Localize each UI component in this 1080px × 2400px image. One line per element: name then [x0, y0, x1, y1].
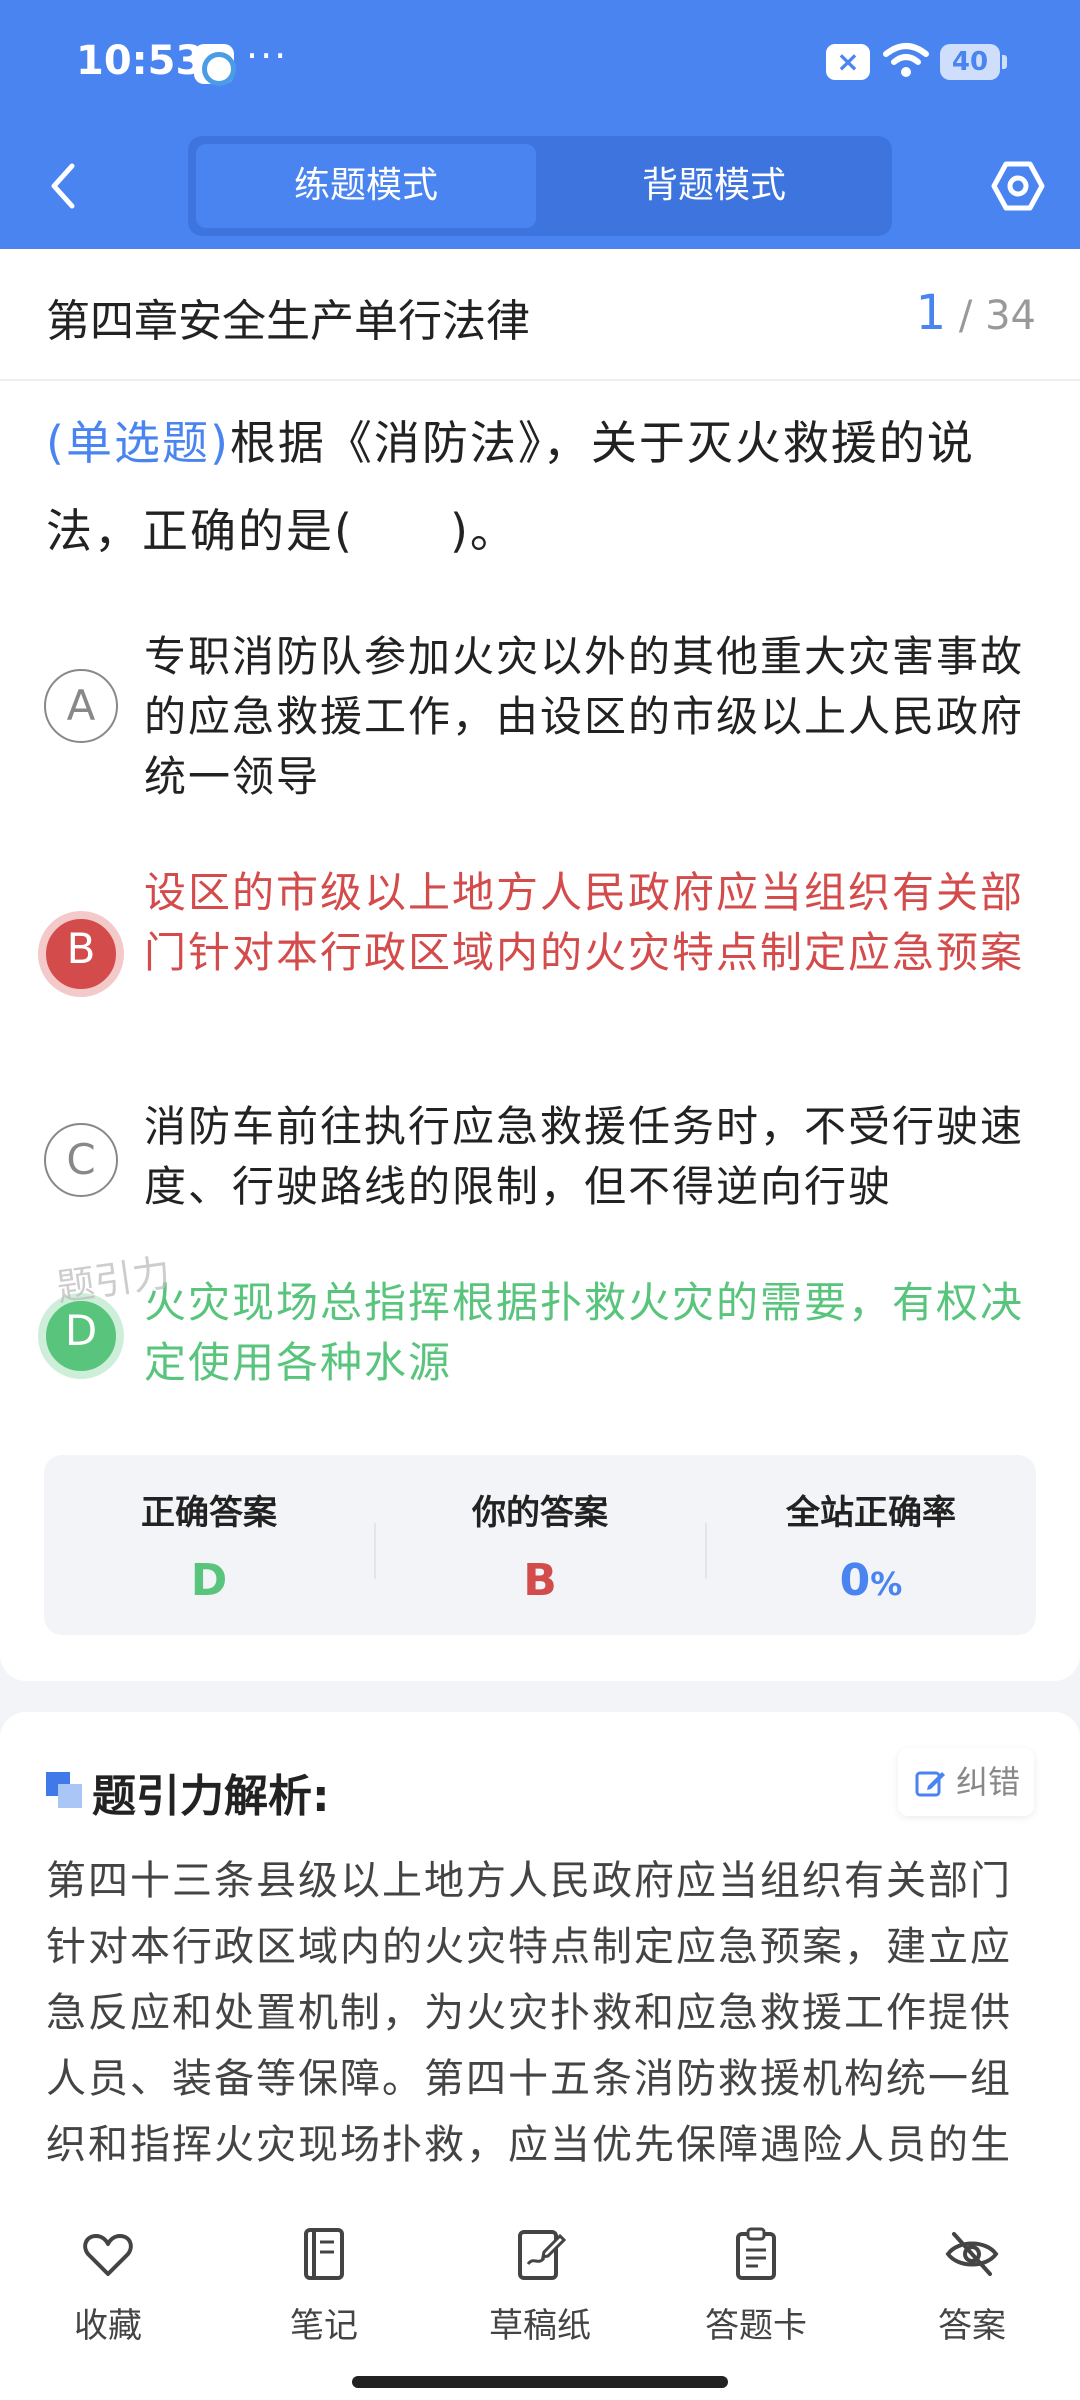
draft-paper-button[interactable]: 草稿纸	[460, 2222, 620, 2352]
question-card: 第四章安全生产单行法律 1 / 34 (单选题)根据《消防法》，关于灭火救援的说…	[0, 249, 1080, 1681]
status-time: 10:53	[76, 38, 204, 84]
edit-icon	[915, 1771, 945, 1797]
report-error-button[interactable]: 纠错	[898, 1748, 1034, 1816]
tab-practice-mode[interactable]: 练题模式	[196, 144, 536, 228]
rate-unit: %	[870, 1565, 903, 1603]
tab-memorize-mode[interactable]: 背题模式	[544, 144, 884, 228]
option-d[interactable]: D 火灾现场总指挥根据扑救火灾的需要，有权决定使用各种水源	[38, 1273, 1040, 1403]
chapter-title: 第四章安全生产单行法律	[46, 296, 530, 347]
option-text: 设区的市级以上地方人民政府应当组织有关部门针对本行政区域内的火灾特点制定应急预案	[144, 868, 1025, 977]
nav-label: 草稿纸	[489, 2306, 591, 2346]
wifi-icon	[883, 43, 929, 77]
stat-value: D	[190, 1555, 228, 1606]
option-b[interactable]: B 设区的市级以上地方人民政府应当组织有关部门针对本行政区域内的火灾特点制定应急…	[38, 863, 1040, 1043]
more-notifications-icon: ···	[246, 34, 289, 78]
option-a[interactable]: A 专职消防队参加火灾以外的其他重大灾害事故的应急救援工作，由设区的市级以上人民…	[40, 627, 1040, 801]
nav-label: 收藏	[74, 2306, 142, 2346]
divider	[0, 379, 1080, 381]
chevron-left-icon	[51, 163, 75, 209]
settings-hexagon-icon	[991, 161, 1045, 211]
eye-off-icon	[945, 2232, 999, 2276]
analysis-text: 第四十三条县级以上地方人民政府应当组织有关部门针对本行政区域内的火灾特点制定应急…	[46, 1858, 1012, 2168]
analysis-title: 题引力解析:	[92, 1771, 330, 1822]
option-letter: B	[38, 911, 124, 997]
mode-switch: 练题模式 背题模式	[188, 136, 892, 236]
report-error-label: 纠错	[955, 1763, 1020, 1801]
favorite-button[interactable]: 收藏	[28, 2222, 188, 2352]
nav-label: 笔记	[290, 2306, 358, 2346]
bottom-toolbar: 收藏 笔记 草稿纸 答题卡 答案	[0, 2202, 1080, 2400]
stat-correct-rate: 全站正确率 0%	[706, 1455, 1036, 1635]
answer-sheet-icon	[736, 2227, 776, 2280]
stat-your-answer: 你的答案 B	[375, 1455, 705, 1635]
rate-number: 0	[839, 1555, 871, 1606]
heart-icon	[83, 2234, 133, 2276]
question-stem: (单选题)根据《消防法》，关于灭火救援的说法，正确的是( )。	[46, 399, 1036, 575]
top-header: 10:53 ··· × 40 练题模式 背题模式	[0, 0, 1080, 249]
notes-button[interactable]: 笔记	[244, 2222, 404, 2352]
notebook-icon	[304, 2228, 344, 2280]
show-answer-button[interactable]: 答案	[892, 2222, 1052, 2352]
analysis-icon	[46, 1772, 82, 1808]
option-text: 火灾现场总指挥根据扑救火灾的需要，有权决定使用各种水源	[144, 1278, 1025, 1387]
option-letter: C	[44, 1123, 118, 1197]
settings-button[interactable]	[988, 156, 1048, 216]
nav-label: 答题卡	[705, 2306, 807, 2346]
analysis-card: 题引力解析: 纠错 第四十三条县级以上地方人民政府应当组织有关部门针对本行政区域…	[0, 1712, 1080, 2202]
draft-paper-icon	[518, 2230, 567, 2280]
battery-indicator: 40	[940, 44, 1007, 80]
no-sim-icon: ×	[826, 44, 870, 80]
current-question-number: 1	[915, 285, 947, 341]
stat-value: 0%	[706, 1555, 1036, 1606]
option-text: 消防车前往执行应急救援任务时，不受行驶速度、行驶路线的限制，但不得逆向行驶	[144, 1102, 1025, 1211]
stat-correct-answer: 正确答案 D	[44, 1455, 374, 1635]
option-text: 专职消防队参加火灾以外的其他重大灾害事故的应急救援工作，由设区的市级以上人民政府…	[144, 632, 1025, 801]
option-letter: A	[44, 669, 118, 743]
nav-label: 答案	[938, 2306, 1006, 2346]
question-progress: 1 / 34	[916, 285, 1036, 341]
answer-stats-panel: 正确答案 D 你的答案 B 全站正确率 0%	[44, 1455, 1036, 1635]
total-questions: / 34	[958, 293, 1036, 339]
stat-label: 正确答案	[141, 1493, 277, 1533]
answer-sheet-button[interactable]: 答题卡	[676, 2222, 836, 2352]
question-type-label: (单选题)	[46, 416, 230, 470]
home-indicator[interactable]	[352, 2376, 728, 2388]
back-button[interactable]	[44, 158, 84, 214]
stat-label: 你的答案	[472, 1493, 608, 1533]
app-notification-icon	[194, 44, 236, 86]
status-bar: 10:53 ··· × 40	[0, 0, 1080, 126]
option-c[interactable]: C 消防车前往执行应急救援任务时，不受行驶速度、行驶路线的限制，但不得逆向行驶	[40, 1097, 1040, 1227]
stat-label: 全站正确率	[786, 1493, 956, 1533]
stat-value: B	[523, 1555, 557, 1606]
